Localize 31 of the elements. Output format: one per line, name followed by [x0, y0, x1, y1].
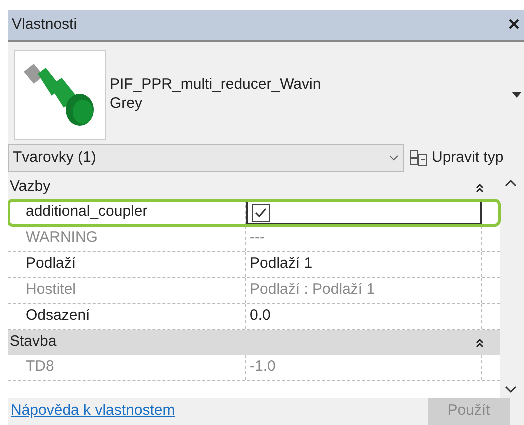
- property-name: additional_coupler: [26, 202, 148, 222]
- collapse-icon[interactable]: [476, 338, 484, 348]
- scroll-down-icon[interactable]: [505, 386, 517, 394]
- family-name: PIF_PPR_multi_reducer_Wavin: [110, 76, 322, 94]
- group-header[interactable]: Vazby: [8, 175, 500, 200]
- group-header[interactable]: Stavba: [8, 330, 500, 355]
- property-row[interactable]: Podlaží Podlaží 1: [8, 252, 500, 278]
- checkbox[interactable]: [252, 204, 270, 222]
- close-button[interactable]: ×: [508, 10, 520, 40]
- value-field[interactable]: [246, 200, 482, 225]
- type-name: Grey: [110, 94, 143, 114]
- property-value: ---: [250, 228, 265, 248]
- scroll-up-icon[interactable]: [505, 179, 517, 187]
- category-dropdown[interactable]: Tvarovky (1): [8, 144, 404, 172]
- edit-type-button[interactable]: Upravit typ: [404, 146, 504, 170]
- edit-type-icon: [410, 149, 428, 167]
- property-value: -1.0: [250, 357, 276, 378]
- property-value: Podlaží : Podlaží 1: [250, 280, 376, 300]
- property-name: Hostitel: [26, 280, 76, 300]
- property-name: Odsazení: [26, 306, 90, 326]
- check-icon: [255, 208, 267, 218]
- dropdown-arrow-icon[interactable]: [512, 92, 522, 98]
- property-name: Podlaží: [26, 254, 76, 274]
- property-name: TD8: [26, 357, 54, 378]
- property-value: 0.0: [250, 306, 271, 326]
- collapse-icon[interactable]: [476, 182, 484, 192]
- help-link[interactable]: Nápověda k vlastnostem: [11, 400, 176, 423]
- window-title: Vlastnosti: [12, 14, 78, 35]
- property-value: Podlaží 1: [250, 254, 313, 274]
- chevron-down-icon: [389, 155, 399, 161]
- property-name: WARNING: [26, 228, 98, 248]
